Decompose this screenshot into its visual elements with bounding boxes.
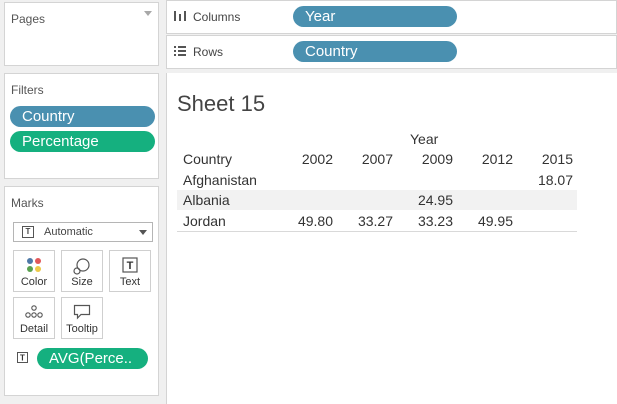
year-header-2012[interactable]: 2012 (463, 151, 513, 167)
detail-card-label: Detail (19, 323, 49, 335)
mark-type-label: Automatic (44, 226, 93, 238)
row-label-jordan[interactable]: Jordan (183, 213, 226, 229)
filter-pill-country[interactable]: Country (10, 106, 155, 127)
filters-title: Filters (11, 83, 44, 97)
table-cell[interactable]: 33.23 (403, 213, 453, 229)
chevron-down-icon (139, 230, 147, 235)
columns-shelf[interactable]: Columns Year (166, 0, 617, 34)
color-dots-icon (27, 258, 41, 272)
table-cell[interactable]: 49.95 (463, 213, 513, 229)
table-row (177, 190, 577, 210)
color-card-label: Color (20, 276, 48, 288)
detail-card-button[interactable]: Detail (13, 297, 55, 339)
columns-pill-year[interactable]: Year (293, 6, 457, 27)
color-card-button[interactable]: Color (13, 250, 55, 292)
table-cell[interactable]: 24.95 (403, 192, 453, 208)
svg-text:T: T (127, 260, 134, 272)
worksheet-view: Sheet 15 Year Country 2002 2007 2009 201… (166, 73, 617, 404)
year-header-2015[interactable]: 2015 (523, 151, 573, 167)
year-header-2002[interactable]: 2002 (283, 151, 333, 167)
marks-card: Marks T Automatic Color Size T Text Deta… (4, 186, 159, 396)
rows-label: Rows (193, 45, 224, 59)
tooltip-card-button[interactable]: Tooltip (61, 297, 103, 339)
filters-shelf[interactable]: Filters Country Percentage (4, 73, 159, 179)
rows-icon (174, 46, 186, 56)
text-mark-icon: T (22, 226, 34, 238)
text-card-label: Text (119, 276, 141, 288)
mark-type-dropdown[interactable]: T Automatic (13, 222, 153, 242)
table-bottom-divider (177, 231, 577, 232)
size-card-label: Size (71, 276, 93, 288)
columns-icon (174, 11, 186, 21)
column-group-header-year[interactable]: Year (410, 131, 438, 147)
text-t-icon: T (122, 257, 138, 273)
row-label-afghanistan[interactable]: Afghanistan (183, 172, 257, 188)
columns-label: Columns (193, 10, 241, 24)
filter-pill-percentage[interactable]: Percentage (10, 131, 155, 152)
tooltip-bubble-icon (73, 304, 91, 320)
detail-dots-icon (25, 305, 43, 318)
row-header-country[interactable]: Country (183, 151, 232, 167)
marks-title: Marks (11, 196, 44, 210)
tooltip-card-label: Tooltip (66, 323, 98, 335)
row-label-albania[interactable]: Albania (183, 192, 230, 208)
pages-menu-caret-icon[interactable] (144, 11, 152, 16)
text-encoding-icon: T (17, 352, 28, 363)
size-card-button[interactable]: Size (61, 250, 103, 292)
rows-shelf[interactable]: Rows Country (166, 35, 617, 69)
table-cell[interactable]: 49.80 (283, 213, 333, 229)
svg-text:T: T (20, 354, 25, 363)
sheet-title: Sheet 15 (177, 91, 266, 116)
pages-title: Pages (11, 12, 46, 26)
rows-pill-country[interactable]: Country (293, 41, 457, 62)
table-cell[interactable]: 33.27 (343, 213, 393, 229)
size-circles-icon (73, 258, 90, 275)
pages-shelf[interactable]: Pages (4, 2, 159, 66)
text-encoding-pill-avg-percentage[interactable]: AVG(Perce.. (37, 348, 148, 369)
text-card-button[interactable]: T Text (109, 250, 151, 292)
year-header-2009[interactable]: 2009 (403, 151, 453, 167)
table-cell[interactable]: 18.07 (523, 172, 573, 188)
year-header-2007[interactable]: 2007 (343, 151, 393, 167)
